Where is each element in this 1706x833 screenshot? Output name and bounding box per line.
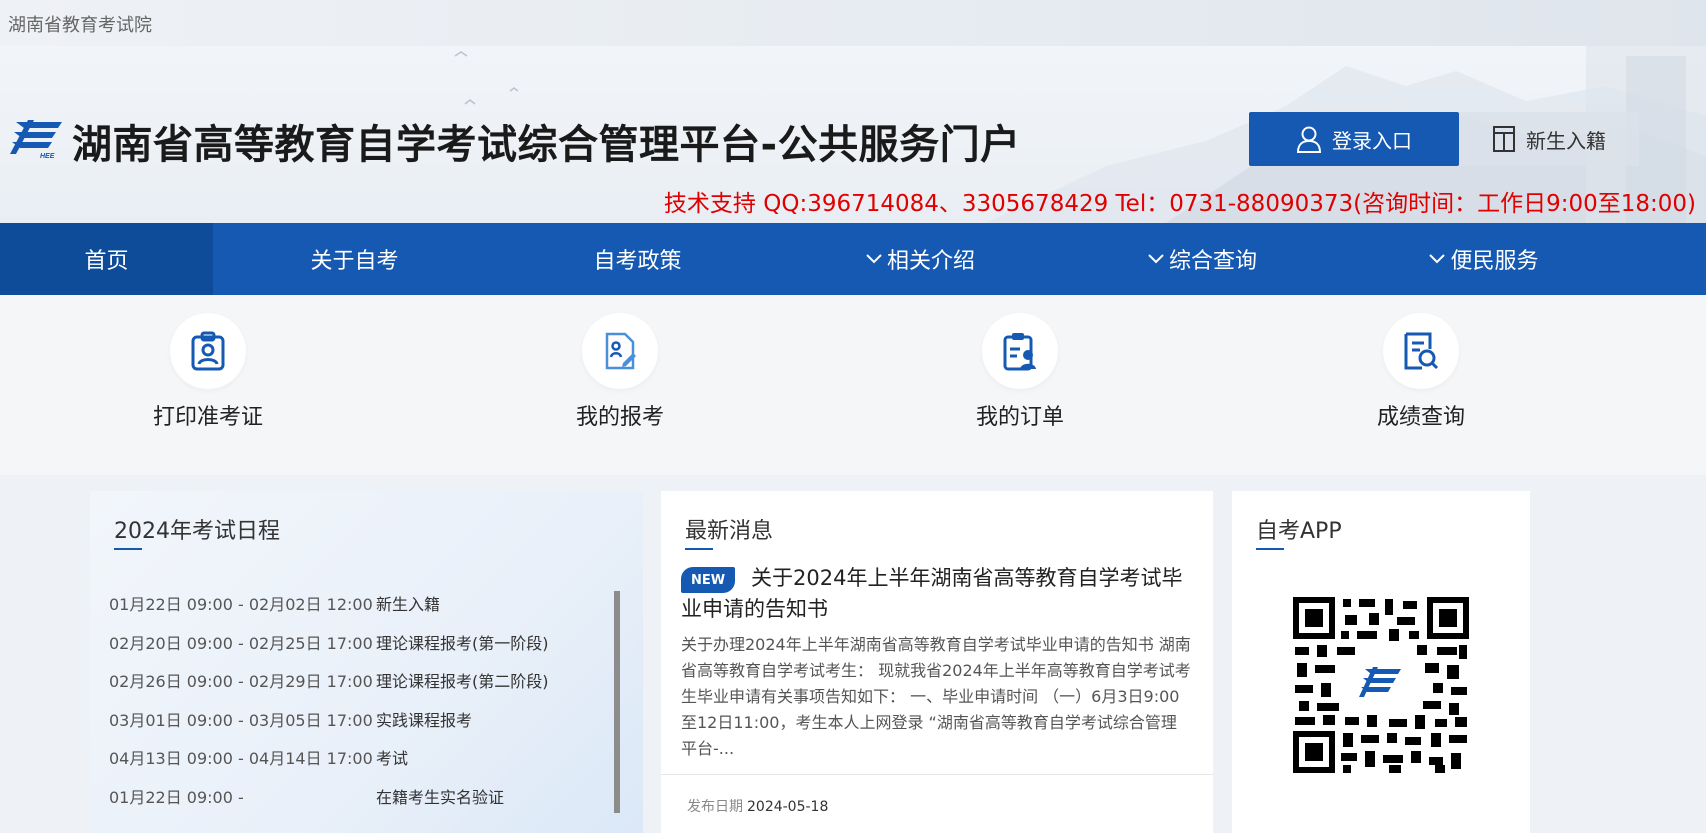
book-icon — [1493, 126, 1515, 152]
app-qr-code — [1293, 597, 1469, 773]
quick-label: 我的报考 — [575, 405, 664, 430]
nav-label: 自考政策 — [593, 249, 682, 274]
title-underline — [685, 548, 713, 550]
tech-support-info: 技术支持 QQ:396714084、3305678429 Tel：0731-88… — [663, 191, 1696, 217]
schedule-row: 04月13日 09:00 - 04月14日 17:00 考试 — [109, 745, 549, 784]
org-name: 湖南省教育考试院 — [8, 15, 152, 36]
nav-query[interactable]: 综合查询 — [1061, 223, 1343, 295]
nav-policy[interactable]: 自考政策 — [496, 223, 779, 295]
nav-service[interactable]: 便民服务 — [1343, 223, 1624, 295]
schedule-list: 01月22日 09:00 - 02月02日 12:00 新生入籍 02月20日 … — [109, 591, 549, 822]
quick-icon-circle — [170, 313, 246, 389]
publish-date-value: 2024-05-18 — [747, 799, 829, 815]
quick-label: 我的订单 — [975, 405, 1064, 430]
id-badge-icon — [191, 331, 225, 371]
nav-label: 综合查询 — [1168, 249, 1257, 274]
content-area: 2024年考试日程 01月22日 09:00 - 02月02日 12:00 新生… — [0, 475, 1706, 833]
site-title: 湖南省高等教育自学考试综合管理平台-公共服务门户 — [72, 122, 1021, 168]
news-summary: 关于办理2024年上半年湖南省高等教育自学考试毕业申请的告知书 湖南省高等教育自… — [681, 635, 1191, 758]
divider — [661, 774, 1213, 775]
schedule-event: 理论课程报考(第一阶段) — [376, 633, 549, 653]
nav-label: 关于自考 — [310, 249, 399, 274]
enroll-button[interactable]: 新生入籍 — [1459, 112, 1639, 166]
title-underline — [114, 548, 142, 550]
quick-print-admission[interactable]: 打印准考证 — [108, 313, 308, 431]
nav-intro[interactable]: 相关介绍 — [779, 223, 1061, 295]
document-edit-icon — [605, 332, 636, 370]
enroll-label: 新生入籍 — [1526, 128, 1606, 153]
schedule-row: 01月22日 09:00 - 在籍考生实名验证 — [109, 784, 549, 823]
app-card: 自考APP — [1232, 491, 1530, 833]
quick-icon-circle — [982, 313, 1058, 389]
schedule-row: 03月01日 09:00 - 03月05日 17:00 实践课程报考 — [109, 707, 549, 746]
svg-text:HEE: HEE — [40, 153, 55, 160]
top-strip: 湖南省教育考试院 — [0, 0, 1706, 46]
schedule-time: 02月26日 09:00 - 02月29日 17:00 — [109, 672, 373, 691]
quick-links: 打印准考证 我的报考 我的订单 成绩查询 — [0, 295, 1706, 475]
quick-my-orders[interactable]: 我的订单 — [920, 313, 1120, 431]
schedule-event: 在籍考生实名验证 — [376, 787, 505, 807]
schedule-time: 03月01日 09:00 - 03月05日 17:00 — [109, 710, 373, 730]
quick-my-registration[interactable]: 我的报考 — [520, 313, 720, 431]
schedule-scrollbar[interactable] — [614, 591, 620, 813]
main-nav: 首页 关于自考 自考政策 相关介绍 综合查询 便民服务 — [0, 223, 1706, 295]
quick-label: 成绩查询 — [1376, 405, 1465, 430]
clipboard-user-icon — [1003, 333, 1036, 371]
quick-icon-circle — [582, 313, 658, 389]
quick-label: 打印准考证 — [152, 405, 263, 430]
card-title: 2024年考试日程 — [114, 519, 280, 544]
nav-about[interactable]: 关于自考 — [213, 223, 496, 295]
schedule-row: 02月20日 09:00 - 02月25日 17:00 理论课程报考(第一阶段) — [109, 630, 549, 669]
nav-label: 相关介绍 — [886, 249, 975, 274]
publish-date: 发布日期 2024-05-18 — [687, 796, 828, 816]
login-button[interactable]: 登录入口 — [1249, 112, 1459, 166]
schedule-event: 新生入籍 — [376, 595, 441, 614]
nav-home[interactable]: 首页 — [0, 223, 213, 295]
schedule-time: 01月22日 09:00 - — [109, 787, 244, 807]
nav-label: 便民服务 — [1450, 249, 1539, 274]
nav-label: 首页 — [84, 249, 129, 274]
schedule-row: 02月26日 09:00 - 02月29日 17:00 理论课程报考(第二阶段) — [109, 668, 549, 707]
publish-date-label: 发布日期 — [687, 799, 743, 815]
quick-icon-circle — [1383, 313, 1459, 389]
schedule-row: 01月22日 09:00 - 02月02日 12:00 新生入籍 — [109, 591, 549, 630]
header-banner: HEE 湖南省高等教育自学考试综合管理平台-公共服务门户 登录入口 新生入籍 技… — [0, 46, 1706, 223]
schedule-time: 02月20日 09:00 - 02月25日 17:00 — [109, 633, 373, 653]
new-badge: NEW — [681, 567, 735, 593]
login-label: 登录入口 — [1332, 128, 1412, 153]
schedule-event: 实践课程报考 — [376, 710, 473, 730]
quick-score-query[interactable]: 成绩查询 — [1321, 313, 1521, 431]
chevron-down-icon — [1429, 254, 1446, 264]
schedule-time: 01月22日 09:00 - 02月02日 12:00 — [109, 595, 373, 614]
chevron-down-icon — [1148, 254, 1164, 264]
schedule-event: 考试 — [376, 749, 409, 768]
chevron-down-icon — [866, 254, 882, 264]
news-headline-link[interactable]: 关于2024年上半年湖南省高等教育自学考试毕业申请的告知书 — [681, 563, 1191, 625]
card-title: 最新消息 — [685, 519, 774, 544]
title-underline — [1256, 548, 1284, 550]
schedule-event: 理论课程报考(第二阶段) — [376, 672, 549, 691]
schedule-time: 04月13日 09:00 - 04月14日 17:00 — [109, 749, 373, 768]
user-icon — [1296, 126, 1322, 153]
exam-schedule-card: 2024年考试日程 01月22日 09:00 - 02月02日 12:00 新生… — [90, 491, 643, 833]
site-logo: HEE — [10, 120, 62, 160]
card-title: 自考APP — [1256, 519, 1342, 544]
document-search-icon — [1404, 332, 1439, 370]
latest-news-card: 最新消息 关于2024年上半年湖南省高等教育自学考试毕业申请的告知书 NEW 关… — [661, 491, 1213, 833]
